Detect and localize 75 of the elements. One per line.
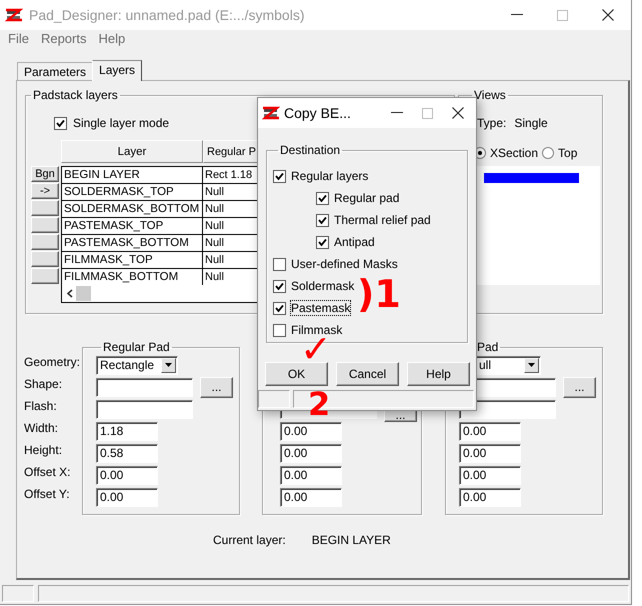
checkbox[interactable]: [273, 280, 286, 292]
close-icon[interactable]: [602, 9, 614, 21]
row-button[interactable]: [31, 234, 59, 250]
input-field[interactable]: 0.00: [280, 466, 342, 484]
field-label: Offset X:: [24, 464, 72, 481]
input-field[interactable]: 0.00: [280, 444, 342, 462]
group-title: Pad: [476, 340, 500, 354]
field-label: Current layer:: [213, 533, 286, 547]
checkbox-label: Pastemask: [291, 301, 350, 315]
field-label: Width:: [24, 420, 60, 437]
field-label: Type:: [477, 116, 506, 130]
app-logo-icon: [5, 7, 23, 23]
field-label: Offset Y:: [24, 486, 71, 503]
app-logo-icon: [262, 105, 280, 121]
row-button[interactable]: [31, 217, 59, 233]
status-panel: [2, 585, 34, 602]
field-label: Height:: [24, 442, 64, 459]
row-button[interactable]: [31, 268, 59, 284]
close-icon[interactable]: [452, 107, 464, 119]
input-field[interactable]: 0.00: [96, 488, 158, 506]
scroll-left-icon[interactable]: [66, 289, 74, 298]
field-value: Single: [514, 116, 548, 130]
minimize-icon[interactable]: [511, 14, 523, 16]
dropdown-arrow-icon: [165, 363, 172, 367]
field-value: BEGIN LAYER: [312, 533, 391, 547]
group-title: Views: [473, 88, 507, 102]
status-panel: [258, 390, 290, 408]
window-title: Pad_Designer: unnamed.pad (E:.../symbols): [29, 7, 304, 23]
input-field[interactable]: 0.00: [280, 488, 342, 506]
field-label: Geometry:: [24, 354, 82, 371]
field-label: Flash:: [24, 398, 58, 415]
input-field[interactable]: 0.00: [459, 444, 521, 462]
input-field[interactable]: [96, 400, 193, 418]
input-field[interactable]: 0.00: [280, 422, 342, 440]
minimize-icon[interactable]: [391, 112, 403, 114]
checkbox-label: Single layer mode: [73, 116, 170, 130]
row-button[interactable]: Bgn: [31, 166, 59, 182]
group-title: Padstack layers: [32, 88, 119, 102]
input-field[interactable]: 0.00: [459, 466, 521, 484]
input-field[interactable]: 0.00: [459, 488, 521, 506]
row-button[interactable]: ->: [31, 183, 59, 199]
row-button[interactable]: [31, 200, 59, 216]
checkbox[interactable]: [316, 192, 329, 204]
checkbox[interactable]: [273, 170, 286, 182]
row-button[interactable]: [31, 251, 59, 267]
checkbox[interactable]: [273, 258, 286, 270]
radio-label: XSection: [490, 146, 538, 160]
checkbox[interactable]: [273, 302, 286, 314]
scrollbar-thumb[interactable]: [76, 286, 91, 301]
radio-button[interactable]: [542, 147, 554, 159]
checkbox[interactable]: [316, 214, 329, 226]
dropdown-arrow-icon: [528, 363, 535, 367]
checkbox[interactable]: [54, 116, 67, 130]
dialog-title: Copy BE...: [284, 105, 351, 121]
tab[interactable]: Layers: [92, 60, 142, 81]
input-field[interactable]: 0.58: [96, 444, 158, 462]
dialog-button[interactable]: OK: [265, 362, 328, 386]
input-field[interactable]: 0.00: [459, 422, 521, 440]
checkbox[interactable]: [273, 324, 286, 336]
column-header[interactable]: Layer: [61, 140, 203, 163]
field-label: Shape:: [24, 376, 64, 393]
input-field[interactable]: [96, 378, 193, 396]
handwritten-note: 2: [308, 388, 330, 420]
radio-label: Top: [558, 146, 578, 160]
input-field[interactable]: 0.00: [96, 466, 158, 484]
group-title: Regular Pad: [102, 340, 171, 354]
dialog-button[interactable]: Cancel: [336, 362, 399, 386]
browse-button[interactable]: ...: [200, 376, 233, 398]
group-title: Destination: [279, 143, 342, 157]
checkbox[interactable]: [316, 236, 329, 248]
tab[interactable]: Parameters: [17, 62, 94, 80]
browse-button[interactable]: ...: [563, 376, 596, 398]
geometry-dropdown[interactable]: Rectangle: [96, 356, 178, 374]
dialog-button[interactable]: Help: [407, 362, 470, 386]
input-field[interactable]: 1.18: [96, 422, 158, 440]
